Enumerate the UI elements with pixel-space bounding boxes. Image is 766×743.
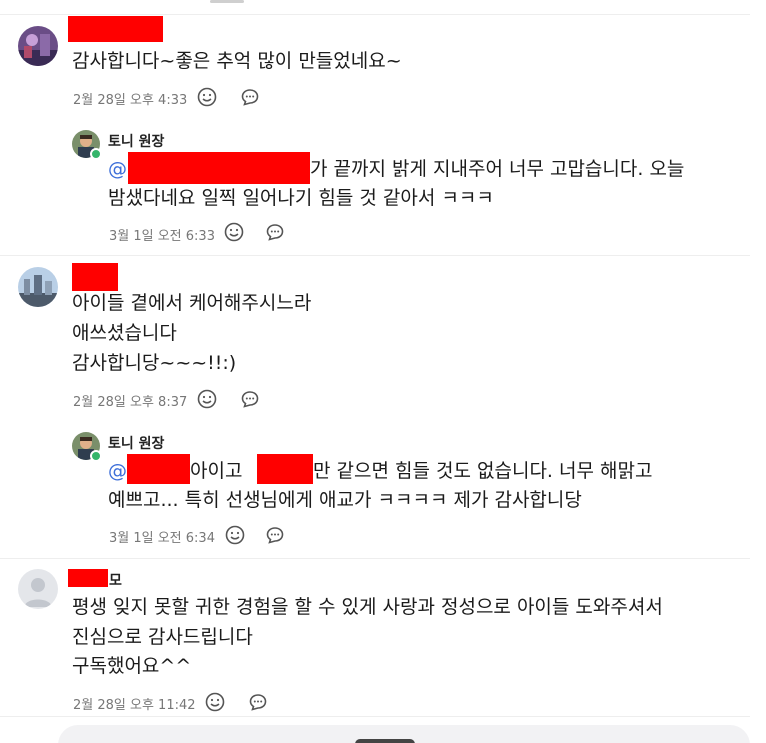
smiley-icon[interactable] [224,524,246,546]
mention-prefix[interactable]: @ [108,154,127,184]
redacted-author-name [68,16,163,42]
bottom-button[interactable] [355,739,415,743]
comment-text-line: 감사합니당~~~!!:) [72,352,237,374]
mention-prefix[interactable]: @ [108,456,127,486]
comment-bubble-icon[interactable] [264,524,286,546]
comment-text-line: 평생 잊지 못할 귀한 경험을 할 수 있게 사랑과 정성으로 아이들 도와주셔… [72,596,663,618]
comment-text-line: 구독했어요^^ [72,655,192,677]
redacted-author-name [68,569,108,587]
avatar[interactable] [18,26,58,66]
smiley-icon[interactable] [196,86,218,108]
reply-text-line: 가 끝까지 밝게 지내주어 너무 고맙습니다. 오늘 [310,158,685,180]
comment-text-line: 진심으로 감사드립니다 [72,626,253,648]
reply-author: 토니 원장 [108,134,165,150]
smiley-icon[interactable] [204,691,226,713]
verified-badge-icon [90,450,102,462]
redacted-mention [127,454,190,484]
smiley-icon[interactable] [223,221,245,243]
divider [0,255,750,256]
reply-text-line: 예쁘고... 특히 선생님에게 애교가 ㅋㅋㅋㅋ 제가 감사합니당 [108,489,582,511]
divider [0,716,750,717]
comment-text-line: 애쓰셨습니다 [72,322,177,344]
comment-text-line: 아이들 곁에서 케어해주시느라 [72,292,312,314]
top-scroll-stub [210,0,244,3]
comment-bubble-icon[interactable] [247,691,269,713]
comment-timestamp: 2월 28일 오후 11:42 [73,698,196,713]
smiley-icon[interactable] [196,388,218,410]
comment-timestamp: 2월 28일 오후 8:37 [73,395,188,410]
author-name-suffix: 모 [109,573,122,589]
avatar[interactable] [18,267,58,307]
redacted-mention [128,152,310,184]
comment-bubble-icon[interactable] [264,221,286,243]
reply-author: 토니 원장 [108,436,165,452]
comment-timestamp: 2월 28일 오후 4:33 [73,93,188,108]
comment-bubble-icon[interactable] [239,86,261,108]
redacted-name [257,454,313,484]
verified-badge-icon [90,148,102,160]
reply-timestamp: 3월 1일 오전 6:33 [109,229,215,244]
reply-text-line: 밤샜다네요 일찍 일어나기 힘들 것 같아서 ㅋㅋㅋ [108,187,494,209]
divider [0,558,750,559]
comment-text-line: 감사합니다~좋은 추억 많이 만들었네요~ [72,50,402,72]
reply-text-line: 아이고 [190,460,243,482]
redacted-author-name [72,263,118,291]
divider [0,14,750,15]
reply-text-line: 만 같으면 힘들 것도 없습니다. 너무 해맑고 [313,460,653,482]
comment-bubble-icon[interactable] [239,388,261,410]
default-avatar-icon[interactable] [18,569,58,609]
reply-timestamp: 3월 1일 오전 6:34 [109,531,215,546]
